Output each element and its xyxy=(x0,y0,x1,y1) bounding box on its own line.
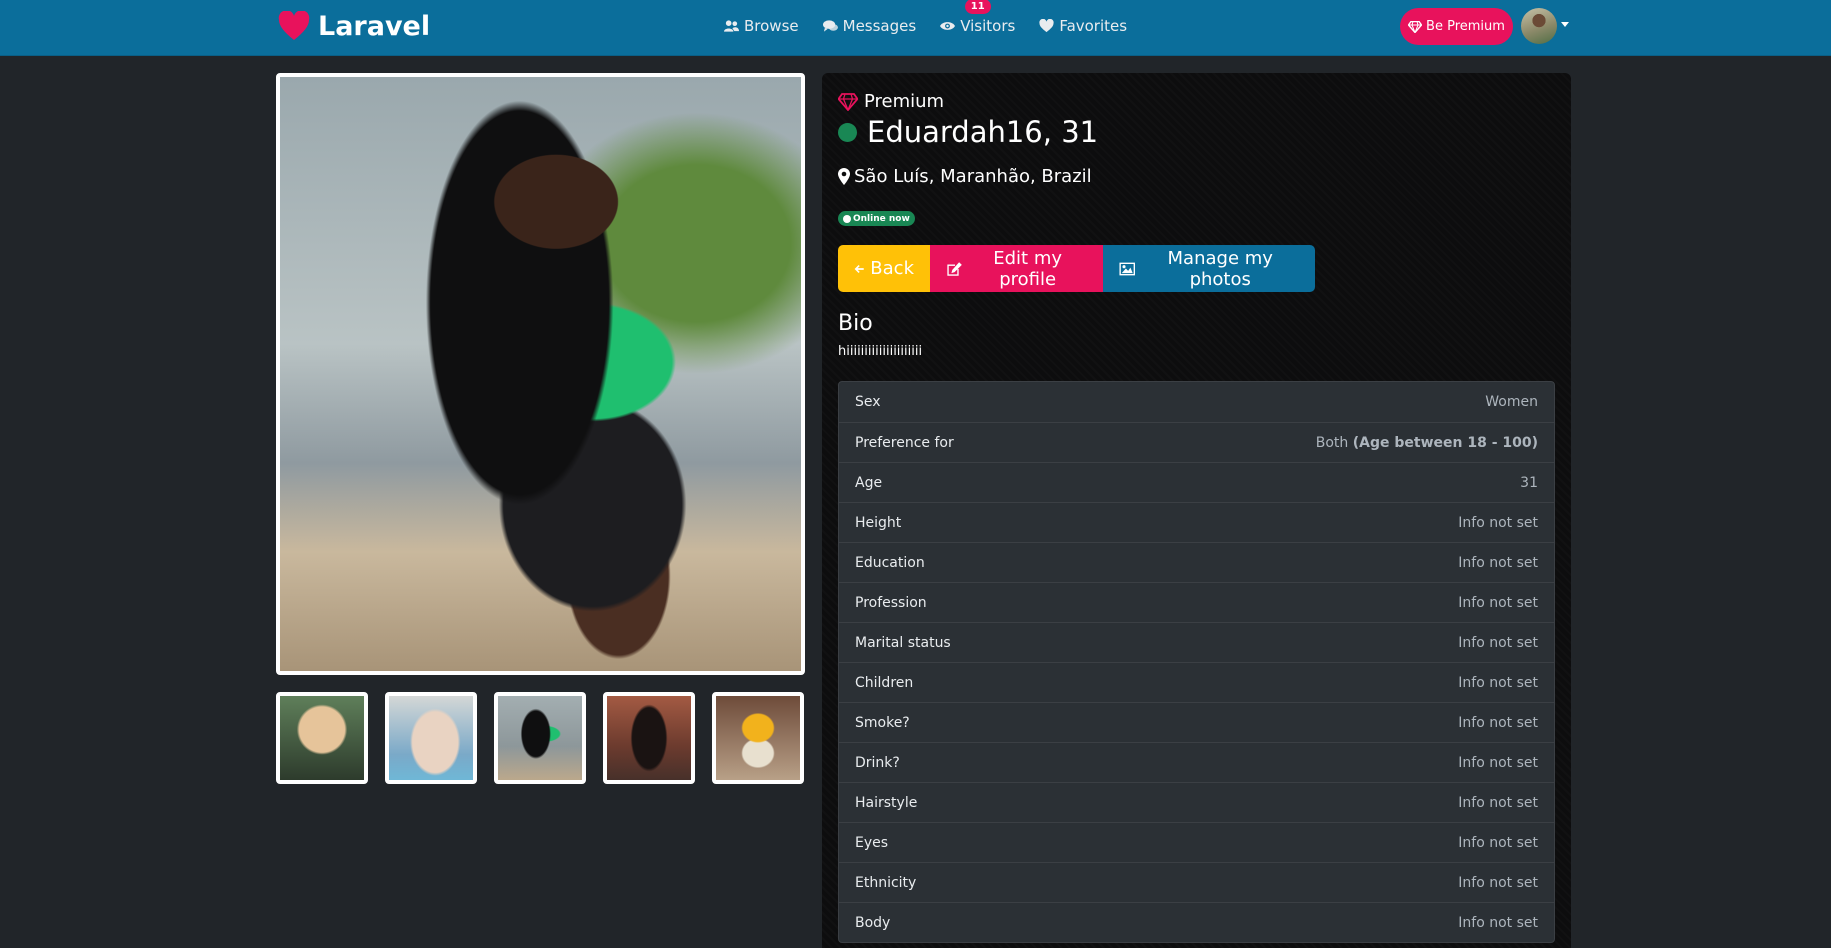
detail-value: Info not set xyxy=(1458,714,1538,731)
detail-value: 31 xyxy=(1520,474,1538,491)
table-row: Body Info not set xyxy=(839,902,1554,942)
photo-thumbnail[interactable] xyxy=(603,692,695,784)
table-row: Education Info not set xyxy=(839,542,1554,582)
nav-visitors-label: Visitors xyxy=(960,17,1016,35)
heart-icon xyxy=(1039,19,1054,33)
age-range-value: (Age between 18 - 100) xyxy=(1352,434,1538,451)
edit-profile-label: Edit my profile xyxy=(993,247,1063,290)
premium-label: Premium xyxy=(864,91,945,112)
be-premium-button[interactable]: Be Premium xyxy=(1400,8,1513,45)
table-row: Smoke? Info not set xyxy=(839,702,1554,742)
detail-value: Info not set xyxy=(1458,554,1538,571)
avatar-dropdown-caret-icon[interactable] xyxy=(1561,22,1569,27)
diamond-icon xyxy=(1408,20,1423,33)
detail-value: Info not set xyxy=(1458,914,1538,931)
users-icon xyxy=(724,20,739,32)
manage-photos-label: Manage my photos xyxy=(1167,247,1273,290)
table-row: Preference for Both (Age between 18 - 10… xyxy=(839,422,1554,462)
nav-messages-label: Messages xyxy=(842,17,917,35)
map-marker-icon xyxy=(838,168,850,185)
detail-value: Info not set xyxy=(1458,594,1538,611)
online-status-dot xyxy=(838,122,857,142)
detail-label: Height xyxy=(855,514,902,531)
online-now-badge: Online now xyxy=(838,211,915,226)
detail-label: Children xyxy=(855,674,914,691)
table-row: Sex Women xyxy=(839,382,1554,422)
detail-value: Info not set xyxy=(1458,674,1538,691)
profile-actions: Back Edit my profile Manage my photos xyxy=(838,245,1315,292)
comments-icon xyxy=(822,20,838,32)
edit-profile-button[interactable]: Edit my profile xyxy=(930,245,1103,292)
table-row: Ethnicity Info not set xyxy=(839,862,1554,902)
brand-name: Laravel xyxy=(318,10,431,42)
detail-label: Hairstyle xyxy=(855,794,918,811)
detail-label: Age xyxy=(855,474,883,491)
photo-thumbnail[interactable] xyxy=(712,692,804,784)
main-profile-photo[interactable] xyxy=(276,73,805,675)
be-premium-label: Be Premium xyxy=(1426,19,1505,34)
photo-thumbnail[interactable] xyxy=(276,692,368,784)
table-row: Children Info not set xyxy=(839,662,1554,702)
detail-label: Body xyxy=(855,914,891,931)
diamond-icon xyxy=(838,92,858,111)
bio-text: hiiiiiiiiiiiiiiiiiiiii xyxy=(838,344,923,359)
table-row: Profession Info not set xyxy=(839,582,1554,622)
detail-label: Eyes xyxy=(855,834,889,851)
detail-value: Info not set xyxy=(1458,754,1538,771)
back-label: Back xyxy=(870,258,914,279)
image-icon xyxy=(1119,262,1135,275)
detail-value: Info not set xyxy=(1458,874,1538,891)
back-button[interactable]: Back xyxy=(838,245,930,292)
profile-heading: Eduardah16, 31 xyxy=(838,115,1098,149)
main-nav: Browse Messages 11 Visitors Favorites xyxy=(712,0,1139,52)
detail-label: Profession xyxy=(855,594,927,611)
table-row: Eyes Info not set xyxy=(839,822,1554,862)
visitors-count-badge: 11 xyxy=(964,0,991,14)
detail-value: Info not set xyxy=(1458,834,1538,851)
online-circle-icon xyxy=(843,214,851,223)
detail-label: Preference for xyxy=(855,434,954,451)
user-avatar[interactable] xyxy=(1521,8,1557,44)
top-navbar: Laravel Browse Messages 11 Visitors Favo… xyxy=(0,0,1831,56)
detail-value: Info not set xyxy=(1458,514,1538,531)
detail-value: Info not set xyxy=(1458,794,1538,811)
nav-messages[interactable]: Messages xyxy=(811,0,929,52)
photo-thumbnails xyxy=(276,692,805,784)
detail-value: Info not set xyxy=(1458,634,1538,651)
detail-label: Drink? xyxy=(855,754,900,771)
detail-label: Sex xyxy=(855,394,881,410)
premium-status: Premium xyxy=(838,91,944,112)
table-row: Hairstyle Info not set xyxy=(839,782,1554,822)
photo-thumbnail[interactable] xyxy=(385,692,477,784)
nav-browse[interactable]: Browse xyxy=(712,0,811,52)
manage-photos-button[interactable]: Manage my photos xyxy=(1103,245,1315,292)
detail-label: Marital status xyxy=(855,634,951,651)
profile-details-table: Sex Women Preference for Both (Age betwe… xyxy=(838,381,1555,943)
profile-location: São Luís, Maranhão, Brazil xyxy=(838,166,1092,187)
brand-link[interactable]: Laravel xyxy=(278,6,430,46)
nav-favorites[interactable]: Favorites xyxy=(1027,0,1139,52)
online-now-label: Online now xyxy=(853,213,910,224)
edit-icon xyxy=(947,261,962,276)
nav-favorites-label: Favorites xyxy=(1059,17,1128,35)
detail-label: Ethnicity xyxy=(855,874,917,891)
photo-thumbnail[interactable] xyxy=(494,692,586,784)
table-row: Drink? Info not set xyxy=(839,742,1554,782)
bio-heading: Bio xyxy=(838,311,873,336)
detail-value: Both (Age between 18 - 100) xyxy=(1316,435,1538,451)
table-row: Age 31 xyxy=(839,462,1554,502)
table-row: Marital status Info not set xyxy=(839,622,1554,662)
nav-visitors[interactable]: 11 Visitors xyxy=(928,0,1027,52)
nav-browse-label: Browse xyxy=(744,17,799,35)
detail-label: Education xyxy=(855,554,925,571)
eye-icon xyxy=(940,22,956,30)
preference-value: Both xyxy=(1315,434,1353,451)
detail-label: Smoke? xyxy=(855,714,910,731)
table-row: Height Info not set xyxy=(839,502,1554,542)
location-text: São Luís, Maranhão, Brazil xyxy=(854,166,1092,187)
detail-value: Women xyxy=(1485,394,1538,410)
arrow-left-icon xyxy=(854,264,864,273)
heart-logo-icon xyxy=(278,11,310,40)
profile-name-age: Eduardah16, 31 xyxy=(867,115,1099,149)
